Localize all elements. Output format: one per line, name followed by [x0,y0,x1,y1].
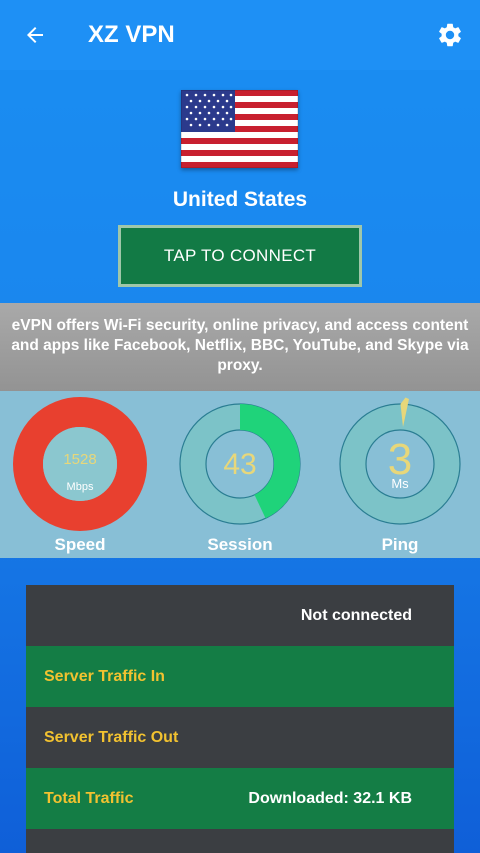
server-traffic-in-label: Server Traffic In [44,667,165,685]
us-flag-icon [180,89,299,169]
ping-gauge: 3 Ms [339,397,461,525]
country-name: United States [172,188,308,211]
ping-unit: Ms [391,476,409,491]
table-row: Server Traffic Out [26,707,454,768]
session-gauge: 43 [179,403,301,525]
speed-label: Speed [54,535,106,554]
info-banner: eVPN offers Wi-Fi security, online priva… [0,303,480,391]
ping-label: Ping [381,535,419,554]
speed-value: 1528 [63,451,96,468]
country-flag[interactable] [180,89,299,169]
server-traffic-out-label: Server Traffic Out [44,728,179,746]
stats-panel: 1528 Mbps 43 3 Ms Speed Session Ping [0,391,480,558]
speed-unit: Mbps [67,481,94,493]
gear-icon [439,23,461,47]
total-traffic-value: Downloaded: 32.1 KB [248,789,412,807]
app-bar: XZ VPN [0,0,480,70]
app-title: XZ VPN [88,21,175,48]
stats-gauges: 1528 Mbps 43 3 Ms [13,397,461,531]
arrow-back-icon [27,27,43,43]
table-row [26,829,454,853]
session-label: Session [207,535,273,554]
total-traffic-label: Total Traffic [44,789,134,807]
status-row: Not connected [26,585,454,646]
table-row: Total Traffic Downloaded: 32.1 KB [26,768,454,829]
back-button[interactable] [0,0,70,70]
settings-button[interactable] [420,0,480,70]
traffic-table: Not connected Server Traffic In Server T… [26,585,454,853]
session-value: 43 [223,448,256,481]
table-row: Server Traffic In [26,646,454,707]
speed-gauge: 1528 Mbps [13,397,147,531]
connect-button[interactable]: TAP TO CONNECT [118,225,362,287]
connection-status: Not connected [300,606,412,624]
